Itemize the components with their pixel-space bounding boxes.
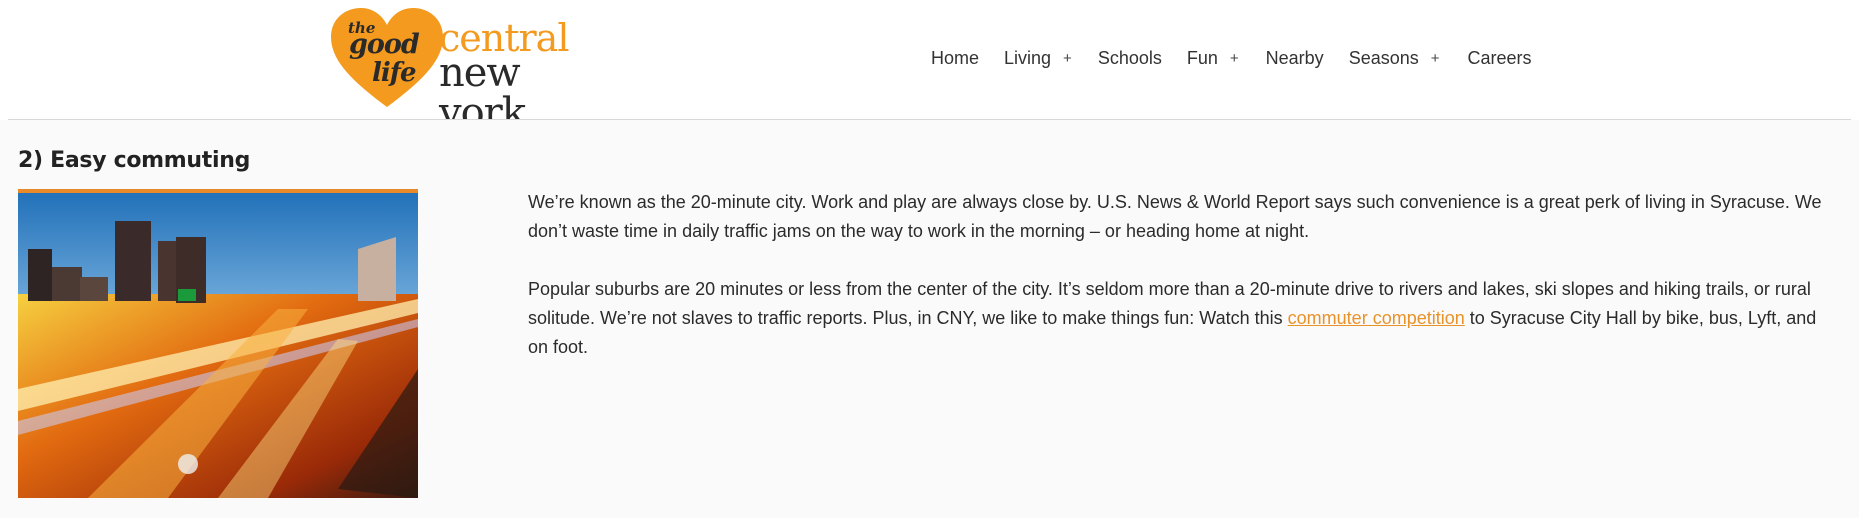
city-highway-night-photo [18,189,418,498]
logo-text-life: life [372,58,416,88]
nav-item-seasons[interactable]: Seasons + [1349,48,1440,69]
nav-item-fun[interactable]: Fun + [1187,48,1239,69]
paragraph: Popular suburbs are 20 minutes or less f… [528,275,1828,362]
nav-label: Careers [1467,47,1532,68]
photo-illustration [18,189,418,498]
section-body: We’re known as the 20-minute city. Work … [528,188,1828,391]
nav-label: Schools [1097,47,1162,68]
nav-item-schools[interactable]: Schools [1098,48,1162,69]
section-heading: 2) Easy commuting [18,148,251,173]
nav-item-home[interactable]: Home [931,48,979,69]
site-logo[interactable]: the good life central new york [329,7,599,133]
main-content: 2) Easy commuting We’re known as the 20-… [0,120,1859,518]
main-nav: Home Living + Schools Fun + Nearby Seaso… [931,45,1532,71]
nav-item-nearby[interactable]: Nearby [1266,48,1324,69]
site-header: the good life central new york Home Livi… [0,0,1859,133]
nav-label: Fun [1186,47,1218,68]
nav-label: Living [1004,47,1052,68]
nav-item-living[interactable]: Living + [1004,48,1072,69]
nav-label: Nearby [1265,47,1324,68]
expand-plus-icon[interactable]: + [1431,50,1440,67]
commuter-competition-link[interactable]: commuter competition [1288,308,1465,328]
expand-plus-icon[interactable]: + [1230,50,1239,67]
expand-plus-icon[interactable]: + [1063,50,1072,67]
nav-item-careers[interactable]: Careers [1468,48,1532,69]
logo-text-good: good [349,29,420,60]
nav-label: Seasons [1348,47,1419,68]
nav-label: Home [931,47,980,68]
paragraph: We’re known as the 20-minute city. Work … [528,192,1822,241]
